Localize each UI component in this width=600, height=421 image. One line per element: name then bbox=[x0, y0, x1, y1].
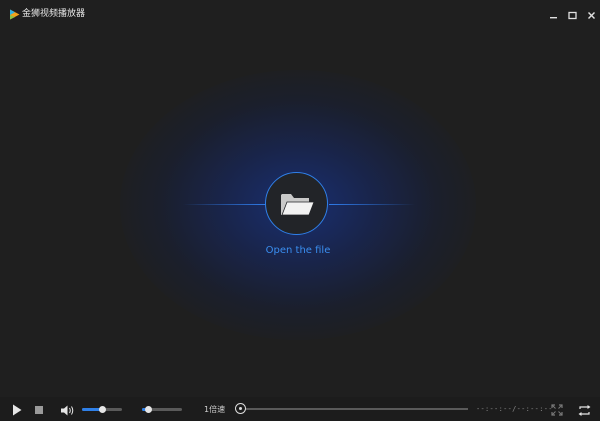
volume-slider[interactable] bbox=[82, 406, 122, 413]
folder-open-icon bbox=[280, 193, 315, 215]
progress-thumb[interactable] bbox=[235, 403, 246, 414]
maximize-button[interactable] bbox=[565, 8, 579, 22]
decorative-line-right bbox=[329, 204, 415, 205]
secondary-slider[interactable] bbox=[142, 406, 182, 413]
close-button[interactable] bbox=[584, 8, 598, 22]
app-logo-icon bbox=[10, 9, 20, 20]
open-file-button[interactable] bbox=[265, 172, 328, 235]
fullscreen-icon bbox=[551, 404, 563, 416]
loop-icon bbox=[578, 404, 590, 416]
volume-icon bbox=[61, 405, 74, 415]
play-button[interactable] bbox=[10, 403, 24, 417]
player-window: 金狮视频播放器 Open the file 1倍速 --:--:--/--:--… bbox=[0, 0, 600, 421]
volume-button[interactable] bbox=[60, 403, 76, 417]
play-icon bbox=[13, 404, 22, 416]
maximize-icon bbox=[567, 11, 577, 19]
window-title: 金狮视频播放器 bbox=[22, 9, 86, 19]
stop-button[interactable] bbox=[33, 404, 45, 416]
decorative-line-left bbox=[183, 204, 267, 205]
open-file-link[interactable]: Open the file bbox=[240, 243, 356, 259]
time-display: --:--:--/--:--:-- bbox=[476, 405, 553, 413]
loop-button[interactable] bbox=[576, 403, 592, 417]
playback-speed-button[interactable]: 1倍速 bbox=[204, 404, 225, 415]
fullscreen-button[interactable] bbox=[550, 403, 564, 417]
minimize-icon bbox=[549, 16, 557, 18]
stop-icon bbox=[35, 406, 43, 414]
secondary-slider-thumb[interactable] bbox=[145, 406, 152, 413]
minimize-button[interactable] bbox=[546, 8, 560, 22]
volume-slider-thumb[interactable] bbox=[99, 406, 106, 413]
close-icon bbox=[587, 11, 595, 19]
title-bar[interactable]: 金狮视频播放器 bbox=[0, 0, 600, 30]
progress-bar[interactable] bbox=[241, 408, 468, 410]
